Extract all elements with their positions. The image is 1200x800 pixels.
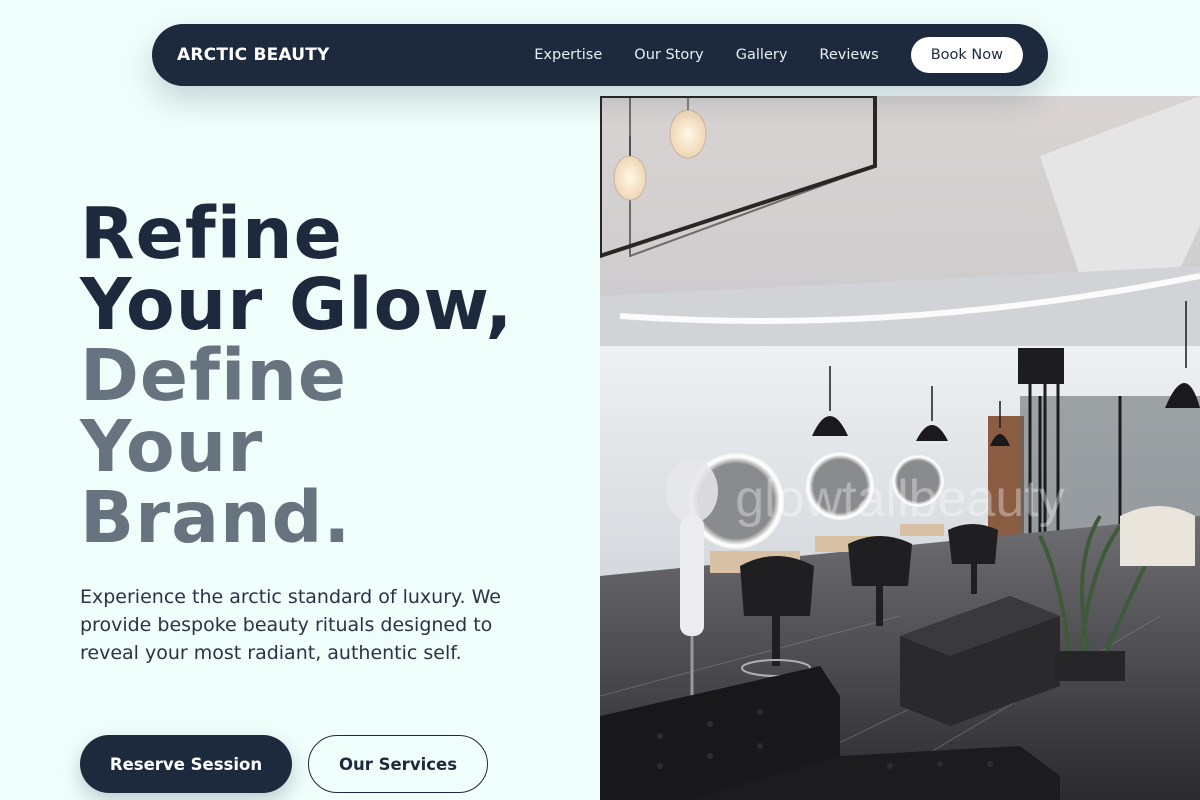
nav-link-reviews[interactable]: Reviews [819,47,878,63]
salon-hero-image: glowtallbeauty [600,96,1200,800]
hero-subtitle: Experience the arctic standard of luxury… [80,586,501,664]
image-watermark: glowtallbeauty [735,470,1065,528]
page: ARCTIC BEAUTY Expertise Our Story Galler… [0,0,1200,800]
nav-link-expertise[interactable]: Expertise [534,47,602,63]
brand-logo[interactable]: ARCTIC BEAUTY [177,45,330,65]
nav-link-our-story[interactable]: Our Story [634,47,703,63]
hero-title-line: Your Glow, [80,263,514,346]
nav-link-gallery[interactable]: Gallery [736,47,788,63]
hero-title-line: Define [80,334,348,417]
hero-title-line: Brand. [80,476,352,559]
book-now-button[interactable]: Book Now [910,37,1023,73]
hero-title-line: Your [80,405,264,488]
hero-title-line: Refine [80,192,343,275]
nav-links: Expertise Our Story Gallery Reviews [534,47,878,63]
navbar: ARCTIC BEAUTY Expertise Our Story Galler… [152,24,1048,86]
hero-title: Refine Your Glow, Define Your Brand. [80,198,580,553]
our-services-button[interactable]: Our Services [308,735,488,793]
reserve-session-button[interactable]: Reserve Session [80,735,292,793]
